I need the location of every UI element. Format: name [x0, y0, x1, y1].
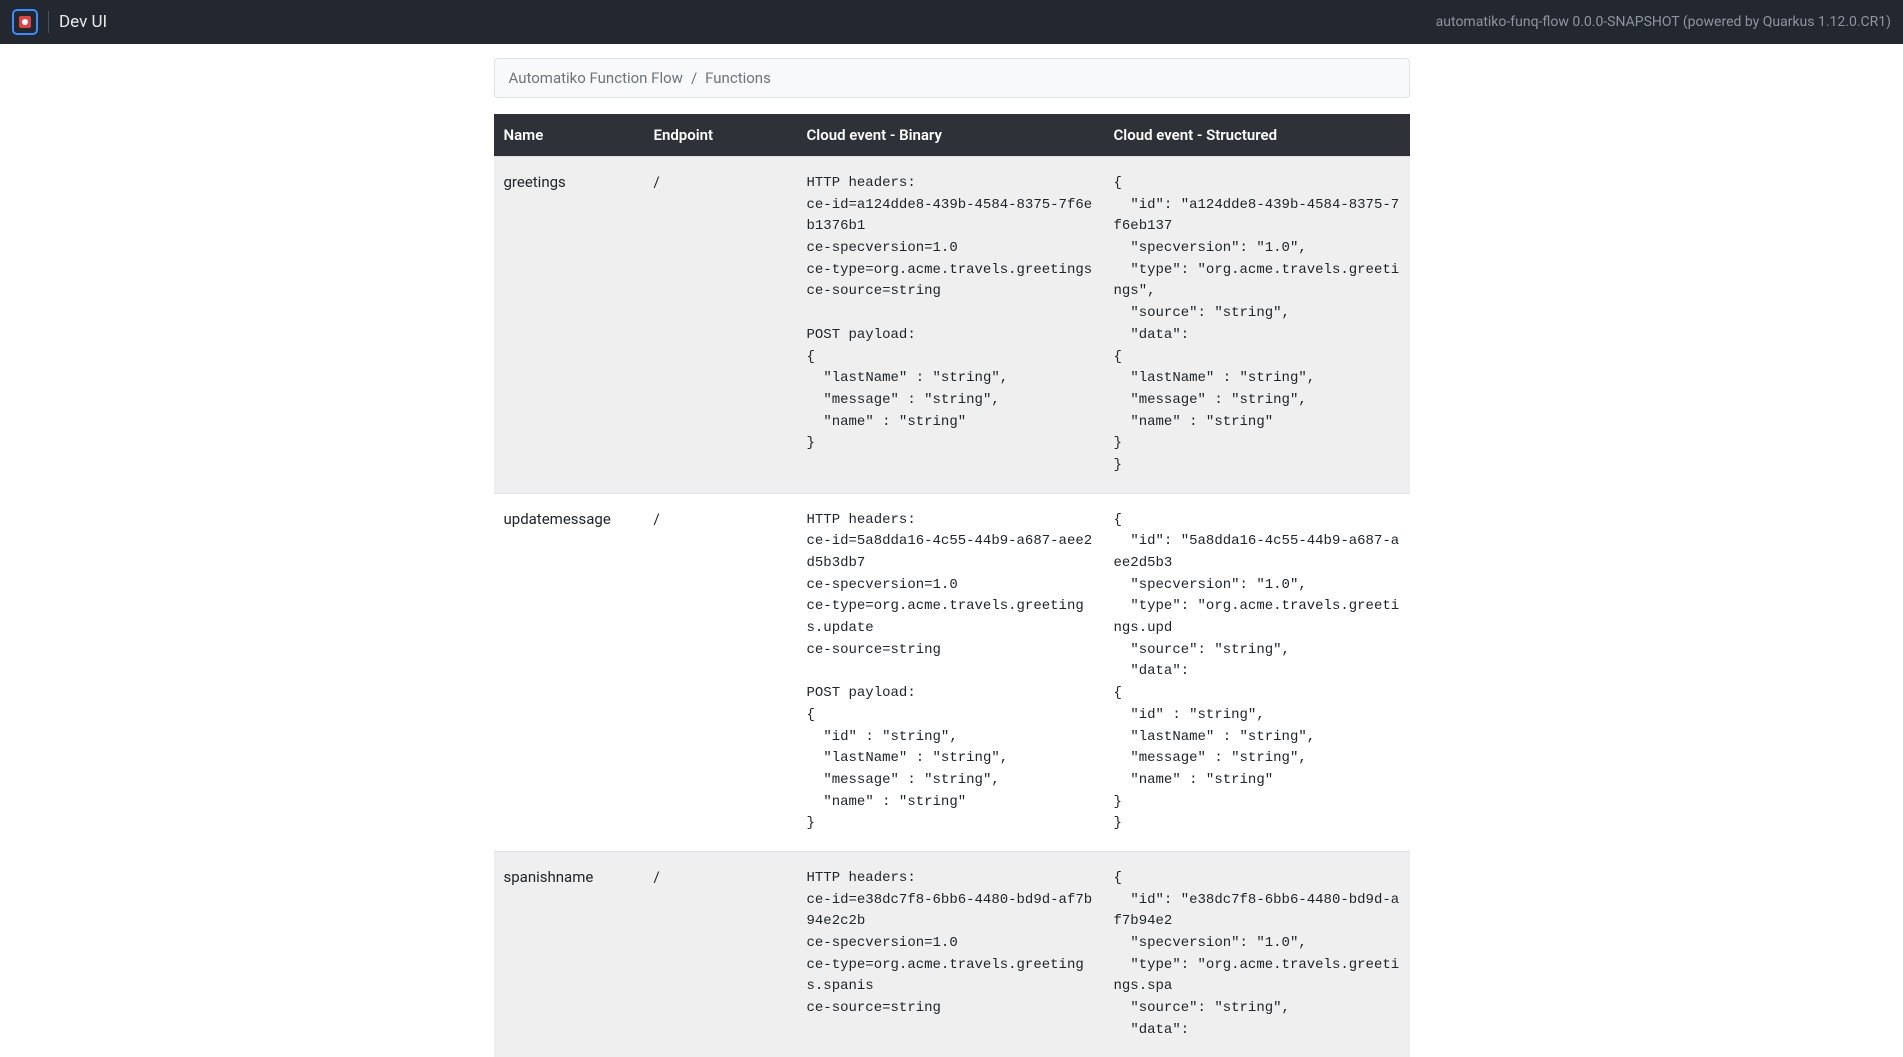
- breadcrumb-parent[interactable]: Automatiko Function Flow: [509, 69, 683, 87]
- table-row: updatemessage / HTTP headers: ce-id=5a8d…: [494, 493, 1410, 851]
- binary-payload: HTTP headers: ce-id=5a8dda16-4c55-44b9-a…: [807, 510, 1094, 835]
- table-row: greetings / HTTP headers: ce-id=a124dde8…: [494, 157, 1410, 494]
- col-header-structured: Cloud event - Structured: [1104, 114, 1410, 157]
- structured-payload: { "id": "e38dc7f8-6bb6-4480-bd9d-af7b94e…: [1114, 868, 1400, 1042]
- cell-structured: { "id": "a124dde8-439b-4584-8375-7f6eb13…: [1104, 157, 1410, 494]
- binary-payload: HTTP headers: ce-id=e38dc7f8-6bb6-4480-b…: [807, 868, 1094, 1020]
- col-header-name: Name: [494, 114, 644, 157]
- cell-name: updatemessage: [494, 493, 644, 851]
- functions-table: Name Endpoint Cloud event - Binary Cloud…: [494, 114, 1410, 1057]
- cell-endpoint: /: [644, 157, 797, 494]
- structured-payload: { "id": "5a8dda16-4c55-44b9-a687-aee2d5b…: [1114, 510, 1400, 835]
- cell-endpoint: /: [644, 493, 797, 851]
- cell-name: greetings: [494, 157, 644, 494]
- header-left: Dev UI: [12, 9, 107, 35]
- quarkus-logo-icon[interactable]: [12, 9, 38, 35]
- structured-payload: { "id": "a124dde8-439b-4584-8375-7f6eb13…: [1114, 173, 1400, 477]
- cell-structured: { "id": "e38dc7f8-6bb6-4480-bd9d-af7b94e…: [1104, 851, 1410, 1057]
- cell-structured: { "id": "5a8dda16-4c55-44b9-a687-aee2d5b…: [1104, 493, 1410, 851]
- cell-binary: HTTP headers: ce-id=a124dde8-439b-4584-8…: [797, 157, 1104, 494]
- col-header-endpoint: Endpoint: [644, 114, 797, 157]
- table-row: spanishname / HTTP headers: ce-id=e38dc7…: [494, 851, 1410, 1057]
- app-title: Dev UI: [59, 12, 107, 32]
- cell-binary: HTTP headers: ce-id=5a8dda16-4c55-44b9-a…: [797, 493, 1104, 851]
- app-subtitle: automatiko-funq-flow 0.0.0-SNAPSHOT (pow…: [1436, 14, 1891, 30]
- header-divider: [48, 11, 49, 33]
- breadcrumb-separator: /: [691, 69, 697, 87]
- app-header: Dev UI automatiko-funq-flow 0.0.0-SNAPSH…: [0, 0, 1903, 44]
- breadcrumb-current: Functions: [705, 69, 771, 87]
- main-container: Automatiko Function Flow / Functions Nam…: [494, 44, 1410, 1057]
- cell-name: spanishname: [494, 851, 644, 1057]
- breadcrumb: Automatiko Function Flow / Functions: [494, 58, 1410, 98]
- binary-payload: HTTP headers: ce-id=a124dde8-439b-4584-8…: [807, 173, 1094, 455]
- col-header-binary: Cloud event - Binary: [797, 114, 1104, 157]
- cell-binary: HTTP headers: ce-id=e38dc7f8-6bb6-4480-b…: [797, 851, 1104, 1057]
- table-header-row: Name Endpoint Cloud event - Binary Cloud…: [494, 114, 1410, 157]
- cell-endpoint: /: [644, 851, 797, 1057]
